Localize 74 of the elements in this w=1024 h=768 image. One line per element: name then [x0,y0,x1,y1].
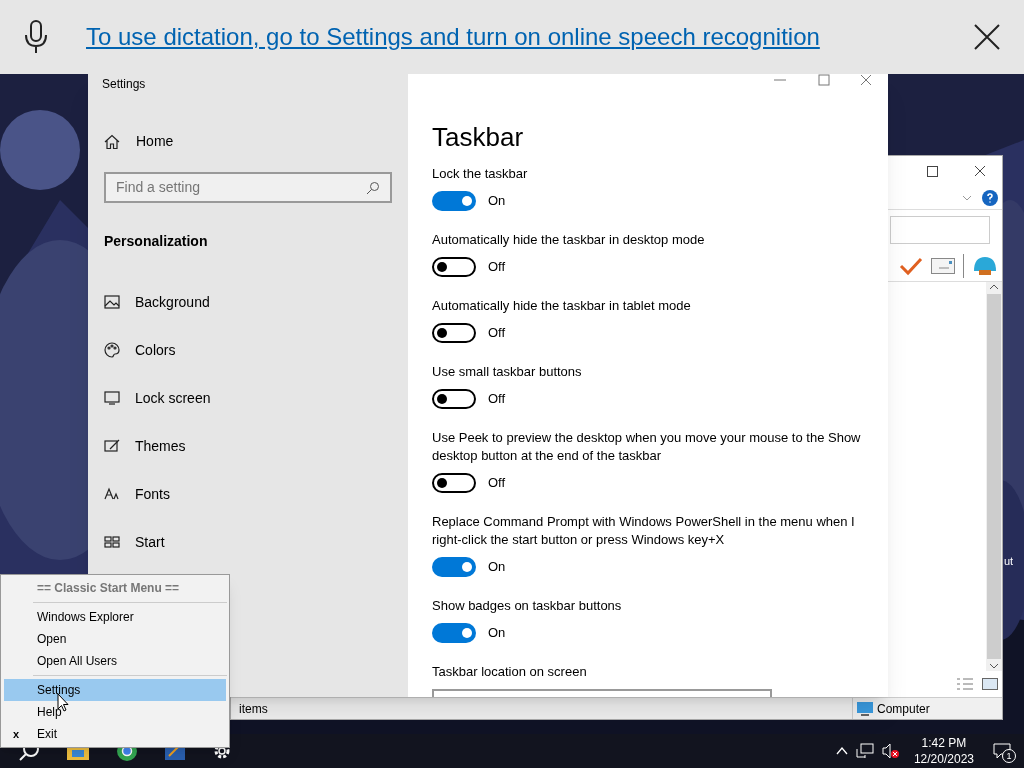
desktop-icon-label: ut [1004,554,1014,569]
sidebar-item[interactable]: Colors [104,326,392,374]
chevron-up-icon[interactable] [835,747,848,755]
scroll-thumb[interactable] [987,294,1001,659]
window-title: Settings [102,76,147,93]
address-field[interactable] [890,216,990,244]
maximize-icon[interactable] [927,165,938,177]
toggle-state: On [488,192,506,211]
home-link[interactable]: Home [104,131,392,152]
close-icon[interactable] [974,24,1000,50]
grid-icon [104,534,120,550]
toggle-state: On [488,624,506,643]
scroll-down-icon[interactable] [989,663,999,669]
menu-item[interactable]: x Exit [4,723,226,745]
toggle-switch[interactable] [432,557,476,577]
search-field[interactable]: Find a setting [104,172,392,203]
toggle-state: Off [488,324,506,343]
chevron-down-icon[interactable] [962,194,972,201]
page-title: Taskbar [432,121,525,154]
toggle-switch[interactable] [432,323,476,343]
status-location: Computer [877,700,930,718]
monitor-icon [104,390,120,406]
setting-label: Use small taskbar buttons [432,363,583,381]
menu-item[interactable]: Open All Users [4,650,226,672]
sidebar-item[interactable]: Fonts [104,470,392,518]
setting-label: Show badges on taskbar buttons [432,597,623,615]
toggle-state: Off [488,258,506,277]
checkmark-icon[interactable] [899,255,923,276]
sidebar-item[interactable]: Start [104,518,392,566]
thumbnail-view-icon[interactable] [982,678,998,690]
help-icon[interactable] [982,189,998,206]
notification-icon[interactable] [993,743,1011,759]
scrollbar[interactable] [986,282,1002,671]
toggle-switch[interactable] [432,257,476,277]
clock[interactable]: 1:42 PM 12/20/2023 [907,735,980,767]
microphone-icon[interactable] [24,20,48,54]
scroll-up-icon[interactable] [989,284,999,290]
status-text: items [239,700,268,718]
setting-label: Taskbar location on screen [432,663,588,681]
sidebar-item[interactable]: Themes [104,422,392,470]
toggle-switch[interactable] [432,473,476,493]
speaker-muted-icon[interactable] [881,743,900,759]
toggle-switch[interactable] [432,623,476,643]
palette-icon [104,342,120,358]
image-icon [104,294,120,310]
search-icon [366,180,380,195]
menu-item[interactable]: Settings [4,679,226,701]
toggle-switch[interactable] [432,389,476,409]
toggle-state: Off [488,474,506,493]
sidebar-item[interactable]: Lock screen [104,374,392,422]
close-icon[interactable] [974,165,986,177]
font-icon [104,486,120,502]
brush-icon [104,438,120,454]
monitor-icon [857,701,873,716]
setting-label: Use Peek to preview the desktop when you move your mouse to the Show desktop button at the end of the taskbar [432,429,862,465]
setting-label: Automatically hide the taskbar in desktop mode [432,231,706,249]
home-icon [104,133,120,150]
setting-label: Lock the taskbar [432,165,529,183]
setting-label: Automatically hide the taskbar in tablet mode [432,297,692,315]
shell-icon[interactable] [972,254,998,277]
dictation-link[interactable]: To use dictation, go to Settings and turn on online speech recognition [86,19,820,55]
section-heading: Personalization [104,232,209,251]
menu-item[interactable]: Open [4,628,226,650]
menu-header: == Classic Start Menu == [36,580,181,597]
toggle-state: On [488,558,506,577]
envelope-icon[interactable] [931,257,955,274]
toggle-switch[interactable] [432,191,476,211]
notification-badge: 1 [1002,749,1016,763]
toggle-state: Off [488,390,506,409]
sidebar-item[interactable]: Background [104,278,392,326]
setting-label: Replace Command Prompt with Windows PowerShell in the menu when I right-click the start button or press Windows key+X [432,513,856,549]
menu-item[interactable]: Help [4,701,226,723]
network-icon[interactable] [855,743,874,759]
menu-item[interactable]: Windows Explorer [4,606,226,628]
